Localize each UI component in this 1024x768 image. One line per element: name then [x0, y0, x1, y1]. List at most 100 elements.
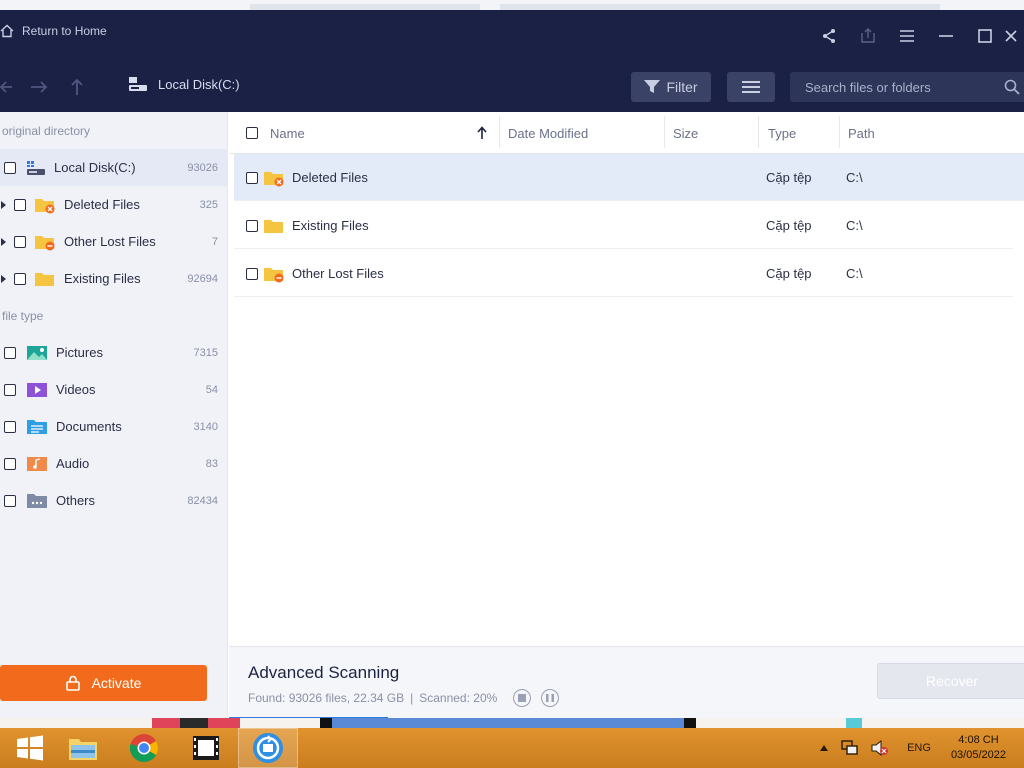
share-button[interactable]: [809, 24, 848, 48]
background-window-fragment: [684, 718, 696, 728]
network-status[interactable]: [841, 740, 859, 756]
status-separator: |: [410, 691, 414, 705]
row-checkbox[interactable]: [246, 171, 258, 184]
search-input[interactable]: [805, 79, 1005, 95]
sidebar-item-other-lost-files[interactable]: Other Lost Files 7: [0, 223, 228, 260]
view-menu-button[interactable]: [727, 72, 775, 102]
found-summary: Found: 93026 files, 22.34 GB: [248, 691, 405, 705]
return-home-label: Return to Home: [22, 24, 107, 38]
drive-icon: [129, 77, 147, 91]
column-header-date[interactable]: Date Modified: [508, 112, 588, 154]
sidebar-item-documents[interactable]: Documents 3140: [0, 408, 228, 445]
close-button[interactable]: [1004, 24, 1024, 48]
sidebar-item-count: 93026: [187, 161, 218, 174]
row-checkbox[interactable]: [246, 267, 258, 280]
table-row[interactable]: Deleted Files Cặp tệp C:\: [234, 154, 1024, 201]
activate-button[interactable]: Activate: [0, 665, 207, 701]
sidebar-item-existing-files[interactable]: Existing Files 92694: [0, 260, 228, 297]
breadcrumb-label: Local Disk(C:): [158, 76, 240, 92]
arrow-right-icon: [31, 81, 48, 93]
table-row[interactable]: Other Lost Files Cặp tệp C:\: [234, 250, 1013, 297]
expand-arrow-icon[interactable]: [1, 200, 6, 209]
sidebar-item-deleted-files[interactable]: Deleted Files 325: [0, 186, 228, 223]
file-explorer-taskbar-button[interactable]: [53, 728, 113, 768]
pause-icon: [546, 694, 555, 702]
search-icon[interactable]: [1004, 79, 1020, 95]
column-divider[interactable]: [664, 116, 665, 148]
start-button[interactable]: [0, 728, 60, 768]
film-icon: [193, 736, 219, 760]
arrow-up-icon: [71, 78, 83, 95]
recovery-app-taskbar-button[interactable]: [238, 728, 298, 768]
sidebar-item-others[interactable]: Others 82434: [0, 482, 228, 519]
hamburger-icon: [899, 30, 914, 42]
videos-checkbox[interactable]: [4, 383, 16, 396]
up-button[interactable]: [66, 76, 88, 98]
arrow-left-icon: [0, 81, 12, 93]
column-divider[interactable]: [839, 116, 840, 148]
sidebar-item-audio[interactable]: Audio 83: [0, 445, 228, 482]
scanned-percentage: Scanned: 20%: [419, 691, 498, 705]
row-type: Cặp tệp: [766, 218, 812, 233]
input-language[interactable]: ENG: [907, 742, 931, 754]
scan-title: Advanced Scanning: [248, 663, 400, 682]
sidebar-item-count: 54: [205, 383, 218, 396]
minimize-button[interactable]: [926, 24, 965, 48]
select-all-checkbox[interactable]: [246, 127, 258, 139]
expand-arrow-icon[interactable]: [1, 237, 6, 246]
deleted-files-checkbox[interactable]: [14, 198, 26, 211]
sidebar-item-pictures[interactable]: Pictures 7315: [0, 334, 228, 371]
file-explorer-icon: [69, 739, 97, 760]
recover-label: Recover: [925, 673, 979, 689]
table-row[interactable]: Existing Files Cặp tệp C:\: [234, 202, 1013, 249]
sidebar: original directory Local Disk(C:) 93026 …: [0, 112, 228, 718]
recover-button[interactable]: Recover: [877, 663, 1024, 699]
search-box: [790, 72, 1024, 102]
clock-time: 4:08 CH: [958, 734, 999, 746]
audio-checkbox[interactable]: [4, 457, 16, 470]
close-icon: [1005, 30, 1017, 42]
volume-control[interactable]: [871, 740, 889, 756]
sidebar-item-videos[interactable]: Videos 54: [0, 371, 228, 408]
column-header-path[interactable]: Path: [848, 112, 875, 154]
folder-icon: [35, 272, 54, 286]
existing-files-checkbox[interactable]: [14, 272, 26, 285]
clock[interactable]: 4:08 CH 03/05/2022: [951, 733, 1006, 763]
scan-status-bar: Advanced Scanning Found: 93026 files, 22…: [229, 646, 1024, 720]
directory-section-title: original directory: [2, 124, 91, 138]
video-player-taskbar-button[interactable]: [176, 728, 236, 768]
menu-button[interactable]: [887, 24, 926, 48]
breadcrumb[interactable]: Local Disk(C:): [128, 76, 240, 92]
pictures-checkbox[interactable]: [4, 346, 16, 359]
forward-button[interactable]: [28, 76, 50, 98]
documents-checkbox[interactable]: [4, 420, 16, 433]
column-header-size[interactable]: Size: [673, 112, 698, 154]
others-checkbox[interactable]: [4, 494, 16, 507]
chrome-taskbar-button[interactable]: [114, 728, 174, 768]
export-button[interactable]: [848, 24, 887, 48]
filter-icon: [644, 80, 661, 93]
row-checkbox[interactable]: [246, 219, 258, 232]
filter-button[interactable]: Filter: [631, 72, 711, 102]
return-home-button[interactable]: Return to Home: [0, 24, 107, 38]
sidebar-item-local-disk[interactable]: Local Disk(C:) 93026: [0, 149, 228, 186]
pause-scan-button[interactable]: [541, 689, 560, 707]
row-name: Existing Files: [292, 218, 369, 233]
expand-arrow-icon[interactable]: [1, 274, 6, 283]
column-header-type[interactable]: Type: [768, 112, 796, 154]
column-divider[interactable]: [499, 116, 500, 148]
maximize-button[interactable]: [965, 24, 1004, 48]
sidebar-item-count: 325: [199, 198, 218, 211]
local-disk-checkbox[interactable]: [4, 161, 16, 174]
background-window-fragment: [846, 718, 862, 728]
other-lost-files-checkbox[interactable]: [14, 235, 26, 248]
home-icon: [0, 24, 14, 38]
back-button[interactable]: [0, 76, 12, 98]
stop-scan-button[interactable]: [513, 689, 532, 707]
column-header-name[interactable]: Name: [270, 112, 495, 154]
column-divider[interactable]: [758, 116, 759, 148]
sort-ascending-icon[interactable]: [477, 126, 487, 140]
sidebar-item-count: 82434: [187, 494, 218, 507]
show-hidden-icons-button[interactable]: [819, 744, 829, 752]
toolbar: Local Disk(C:) Filter: [0, 62, 1024, 112]
